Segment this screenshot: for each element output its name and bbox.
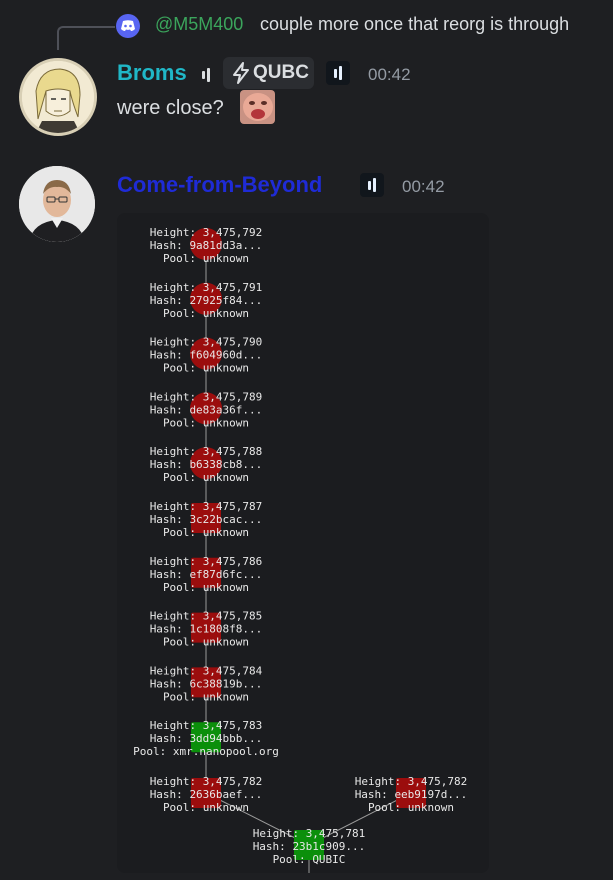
block-pool-label: Pool: unknown (163, 526, 249, 539)
block-hash-label: Hash: ef87d6fc... (150, 568, 263, 581)
block-height-label: Height: 3,475,787 (150, 500, 263, 513)
block-height-label: Height: 3,475,783 (150, 719, 263, 732)
block-pool-label: Pool: unknown (163, 636, 249, 649)
block-pool-label: Pool: unknown (163, 362, 249, 375)
block-height-label: Height: 3,475,791 (150, 281, 263, 294)
block-hash-label: Hash: 9a81dd3a... (150, 239, 263, 252)
block-hash-label: Hash: f604960d... (150, 349, 263, 362)
block-height-label: Height: 3,475,782 (355, 775, 468, 788)
block-pool-label: Pool: QUBIC (273, 853, 346, 866)
message-text: were close? (117, 97, 224, 119)
block-pool-label: Pool: unknown (163, 581, 249, 594)
block-hash-label: Hash: 23b1c909... (253, 840, 366, 853)
block-pool-label: Pool: unknown (368, 801, 454, 814)
timestamp[interactable]: 00:42 (402, 177, 445, 197)
block-height-label: Height: 3,475,789 (150, 390, 263, 403)
block-hash-label: Hash: 2636baef... (150, 788, 263, 801)
server-tag-label: QUBC (253, 62, 309, 83)
role-badge-icon[interactable] (360, 173, 384, 197)
block-height-label: Height: 3,475,782 (150, 775, 263, 788)
lightning-icon (231, 62, 251, 84)
block-hash-label: Hash: 3c22bcac... (150, 513, 263, 526)
username-come-from-beyond[interactable]: Come-from-Beyond (117, 172, 322, 198)
block-pool-label: Pool: unknown (163, 801, 249, 814)
block-height-label: Height: 3,475,781 (253, 827, 366, 840)
block-graph: Height: 3,475,792Hash: 9a81dd3a...Pool: … (133, 226, 468, 873)
block-hash-label: Hash: 27925f84... (150, 294, 263, 307)
block-pool-label: Pool: unknown (163, 471, 249, 484)
block-hash-label: Hash: 6c38819b... (150, 677, 263, 690)
block-pool-label: Pool: unknown (163, 307, 249, 320)
block-height-label: Height: 3,475,792 (150, 226, 263, 239)
image-attachment[interactable]: Height: 3,475,792 Hash: 9a81dd3a... Pool: … (117, 213, 489, 873)
discord-icon (116, 14, 140, 38)
block-height-label: Height: 3,475,786 (150, 555, 263, 568)
avatar[interactable] (19, 58, 97, 136)
block-height-label: Height: 3,475,788 (150, 445, 263, 458)
block-pool-label: Pool: xmr.nanopool.org (133, 745, 279, 758)
block-pool-label: Pool: unknown (163, 252, 249, 265)
block-height-label: Height: 3,475,790 (150, 336, 263, 349)
block-height-label: Height: 3,475,784 (150, 664, 263, 677)
reply-connector-line (57, 26, 115, 50)
avatar[interactable] (19, 166, 95, 242)
bars-icon (195, 64, 217, 86)
block-hash-label: Hash: b6338cb8... (150, 458, 263, 471)
block-height-label: Height: 3,475,785 (150, 610, 263, 623)
block-hash-label: Hash: de83a36f... (150, 403, 263, 416)
block-hash-label: Hash: 3dd94bbb... (150, 732, 263, 745)
reply-mention[interactable]: @M5M400 (155, 14, 243, 35)
block-pool-label: Pool: unknown (163, 416, 249, 429)
block-hash-label: Hash: eeb9197d... (355, 788, 468, 801)
role-badge-icon[interactable] (326, 61, 350, 85)
block-pool-label: Pool: unknown (163, 690, 249, 703)
server-tag[interactable]: QUBC (223, 57, 314, 89)
username-broms[interactable]: Broms (117, 60, 187, 86)
custom-emoji[interactable] (240, 90, 275, 124)
timestamp[interactable]: 00:42 (368, 65, 411, 85)
block-hash-label: Hash: 1c1808f8... (150, 623, 263, 636)
reply-preview-text[interactable]: couple more once that reorg is through (260, 14, 569, 35)
